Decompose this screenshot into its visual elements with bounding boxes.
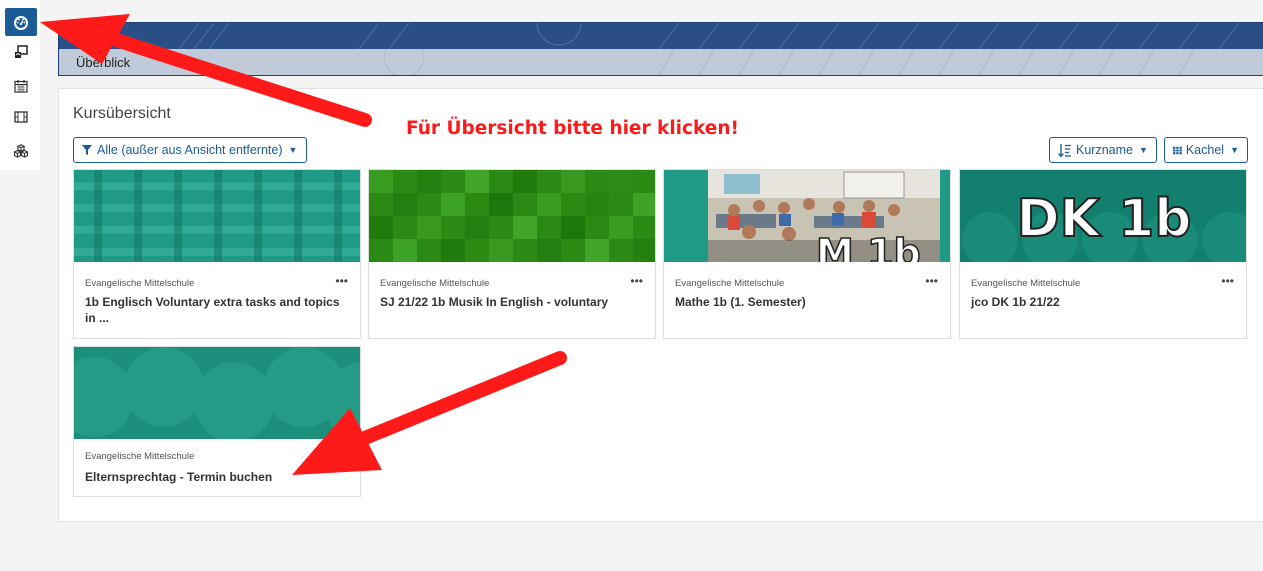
course-card[interactable]: Evangelische Mittelschule ••• 1b Englisc… — [73, 169, 361, 339]
block-title: Kursübersicht — [73, 105, 171, 122]
calendar-icon — [14, 80, 28, 93]
chevron-down-icon: ▼ — [288, 145, 298, 155]
filter-label: Alle (außer aus Ansicht entfernte) — [97, 143, 283, 157]
nav-pattern — [383, 49, 1195, 75]
header-nav-bar: Überblick — [59, 49, 1263, 75]
course-name[interactable]: Mathe 1b (1. Semester) — [675, 294, 935, 310]
course-name[interactable]: Elternsprechtag - Termin buchen — [85, 469, 345, 485]
sidebar-item-content-bank[interactable] — [5, 137, 37, 165]
course-name[interactable]: jco DK 1b 21/22 — [971, 294, 1231, 310]
view-label: Kachel — [1185, 143, 1225, 157]
cubes-icon — [13, 144, 29, 158]
chevron-down-icon: ▼ — [1230, 145, 1239, 155]
course-category: Evangelische Mittelschule — [85, 278, 195, 289]
course-category: Evangelische Mittelschule — [380, 278, 490, 289]
course-card[interactable]: Evangelische Mittelschule Elternsprechta… — [73, 346, 361, 497]
filter-dropdown[interactable]: Alle (außer aus Ansicht entfernte) ▼ — [73, 137, 307, 163]
course-card[interactable]: M 1b Evangelische Mittelschule ••• Mathe… — [663, 169, 951, 339]
chevron-down-icon: ▼ — [1138, 145, 1148, 155]
sort-alpha-icon — [1058, 143, 1071, 157]
banner-pattern — [178, 23, 1240, 49]
header-banner — [59, 23, 1263, 49]
more-options-icon[interactable]: ••• — [925, 274, 938, 288]
course-category: Evangelische Mittelschule — [85, 451, 195, 462]
course-name[interactable]: SJ 21/22 1b Musik In English - voluntary — [380, 294, 640, 310]
course-name[interactable]: 1b Englisch Voluntary extra tasks and to… — [85, 294, 345, 326]
grid-icon — [1173, 146, 1182, 154]
annotation-text: Für Übersicht bitte hier klicken! — [406, 118, 739, 139]
sidebar-item-dashboard[interactable] — [5, 8, 37, 36]
course-image-text: DK 1b — [1017, 189, 1192, 249]
sidebar-item-files[interactable] — [5, 103, 37, 131]
film-icon — [14, 111, 28, 123]
course-category: Evangelische Mittelschule — [971, 278, 1081, 289]
course-category: Evangelische Mittelschule — [675, 278, 785, 289]
page-header: Überblick — [58, 22, 1263, 76]
view-dropdown[interactable]: Kachel ▼ — [1164, 137, 1248, 163]
course-card[interactable]: DK 1b Evangelische Mittelschule ••• jco … — [959, 169, 1247, 339]
filter-icon — [82, 145, 92, 155]
more-options-icon[interactable]: ••• — [1221, 274, 1234, 288]
course-image-text: M 1b — [816, 231, 921, 262]
course-image — [74, 347, 360, 439]
left-sidebar — [0, 0, 40, 170]
more-options-icon[interactable]: ••• — [630, 274, 643, 288]
site-home-icon — [15, 45, 28, 58]
course-image — [369, 170, 655, 262]
sort-dropdown[interactable]: Kurzname ▼ — [1049, 137, 1157, 163]
dashboard-icon — [14, 16, 28, 30]
course-image: DK 1b — [960, 170, 1246, 262]
course-image — [74, 170, 360, 262]
course-image: M 1b — [664, 170, 950, 262]
sidebar-item-home[interactable] — [5, 38, 37, 66]
sidebar-item-calendar[interactable] — [5, 72, 37, 100]
course-card[interactable]: Evangelische Mittelschule ••• SJ 21/22 1… — [368, 169, 656, 339]
sort-label: Kurzname — [1076, 143, 1133, 157]
more-options-icon[interactable]: ••• — [335, 274, 348, 288]
breadcrumb[interactable]: Überblick — [76, 55, 130, 70]
